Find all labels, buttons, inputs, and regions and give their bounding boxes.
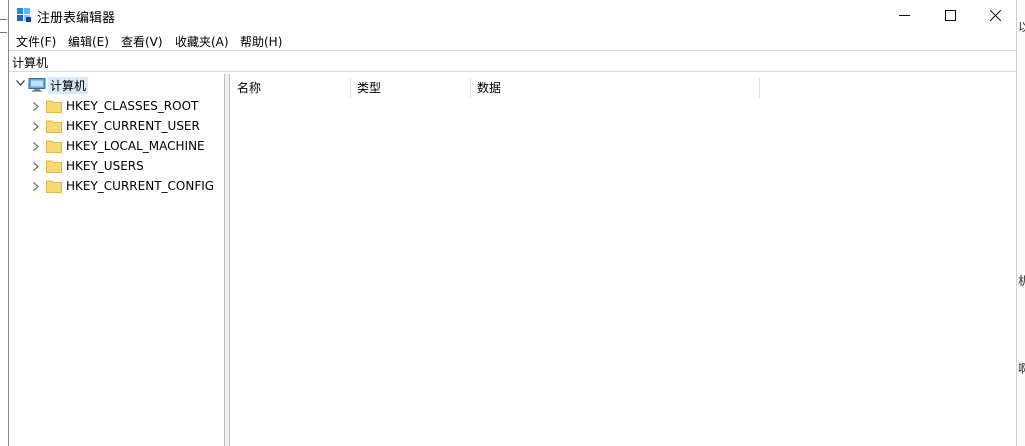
background-window-left-edge: [0, 0, 8, 446]
tree-item-hkey-current-config[interactable]: HKEY_CURRENT_CONFIG: [9, 176, 223, 196]
values-list-pane[interactable]: 名称 类型 数据: [229, 74, 1016, 446]
close-icon: [989, 9, 1001, 21]
folder-icon: [46, 100, 62, 113]
chevron-right-icon[interactable]: [33, 122, 39, 131]
background-window-right-edge: 以 机 啊: [1017, 0, 1025, 446]
background-line: [0, 32, 7, 33]
column-header-label: 名称: [237, 81, 262, 95]
menu-bar: 文件(F) 编辑(E) 查看(V) 收藏夹(A) 帮助(H): [9, 30, 1016, 50]
title-bar[interactable]: 注册表编辑器: [9, 0, 1016, 30]
window-title: 注册表编辑器: [37, 11, 116, 26]
tree-item-label: HKEY_LOCAL_MACHINE: [66, 139, 205, 153]
background-glyph: 机: [1018, 274, 1025, 288]
chevron-right-icon[interactable]: [33, 102, 39, 111]
minimize-icon: [898, 14, 910, 16]
registry-editor-window: 注册表编辑器 文件(F) 编辑(E) 查看(V) 收藏夹(A) 帮助(H) 计算…: [8, 0, 1017, 446]
tree-item-label: HKEY_CLASSES_ROOT: [66, 99, 199, 113]
tree-root-computer[interactable]: 计算机: [14, 76, 224, 94]
tree-item-hkey-classes-root[interactable]: HKEY_CLASSES_ROOT: [9, 96, 223, 116]
folder-icon: [46, 120, 62, 133]
column-header-type[interactable]: 类型: [350, 74, 470, 98]
tree-item-hkey-users[interactable]: HKEY_USERS: [9, 156, 223, 176]
column-header-data[interactable]: 数据: [470, 74, 759, 98]
menu-favorites[interactable]: 收藏夹(A): [175, 33, 229, 50]
minimize-button[interactable]: [881, 0, 927, 30]
menu-file[interactable]: 文件(F): [16, 33, 56, 50]
close-button[interactable]: [972, 0, 1016, 30]
address-bar[interactable]: 计算机: [9, 50, 1016, 72]
folder-icon: [46, 180, 62, 193]
background-glyph: 啊: [1018, 362, 1025, 376]
tree-item-label: HKEY_USERS: [66, 159, 144, 173]
column-divider[interactable]: [759, 78, 760, 98]
chevron-right-icon[interactable]: [33, 142, 39, 151]
chevron-right-icon[interactable]: [33, 182, 39, 191]
background-line: [0, 19, 7, 20]
tree-item-label: HKEY_CURRENT_USER: [66, 119, 200, 133]
column-header-name[interactable]: 名称: [230, 74, 350, 98]
tree-item-label: HKEY_CURRENT_CONFIG: [66, 179, 215, 193]
menu-view[interactable]: 查看(V): [121, 33, 163, 50]
chevron-right-icon[interactable]: [33, 162, 39, 171]
menu-help[interactable]: 帮助(H): [240, 33, 282, 50]
folder-icon: [46, 140, 62, 153]
chevron-down-icon[interactable]: [16, 80, 25, 86]
maximize-button[interactable]: [927, 0, 973, 30]
tree-pane: 计算机 HKEY_CLASSES_ROOT HKEY_CURRENT_USER: [9, 74, 225, 446]
tree-item-hkey-local-machine[interactable]: HKEY_LOCAL_MACHINE: [9, 136, 223, 156]
column-header-label: 数据: [477, 81, 502, 95]
column-header-label: 类型: [357, 81, 382, 95]
registry-editor-app-icon: [17, 8, 31, 22]
tree-root-label: 计算机: [48, 77, 89, 94]
tree-item-hkey-current-user[interactable]: HKEY_CURRENT_USER: [9, 116, 223, 136]
menu-edit[interactable]: 编辑(E): [68, 33, 109, 50]
maximize-icon: [944, 9, 956, 21]
address-path: 计算机: [12, 56, 49, 70]
background-glyph: 以: [1018, 20, 1025, 34]
computer-icon: [28, 78, 46, 92]
folder-icon: [46, 160, 62, 173]
